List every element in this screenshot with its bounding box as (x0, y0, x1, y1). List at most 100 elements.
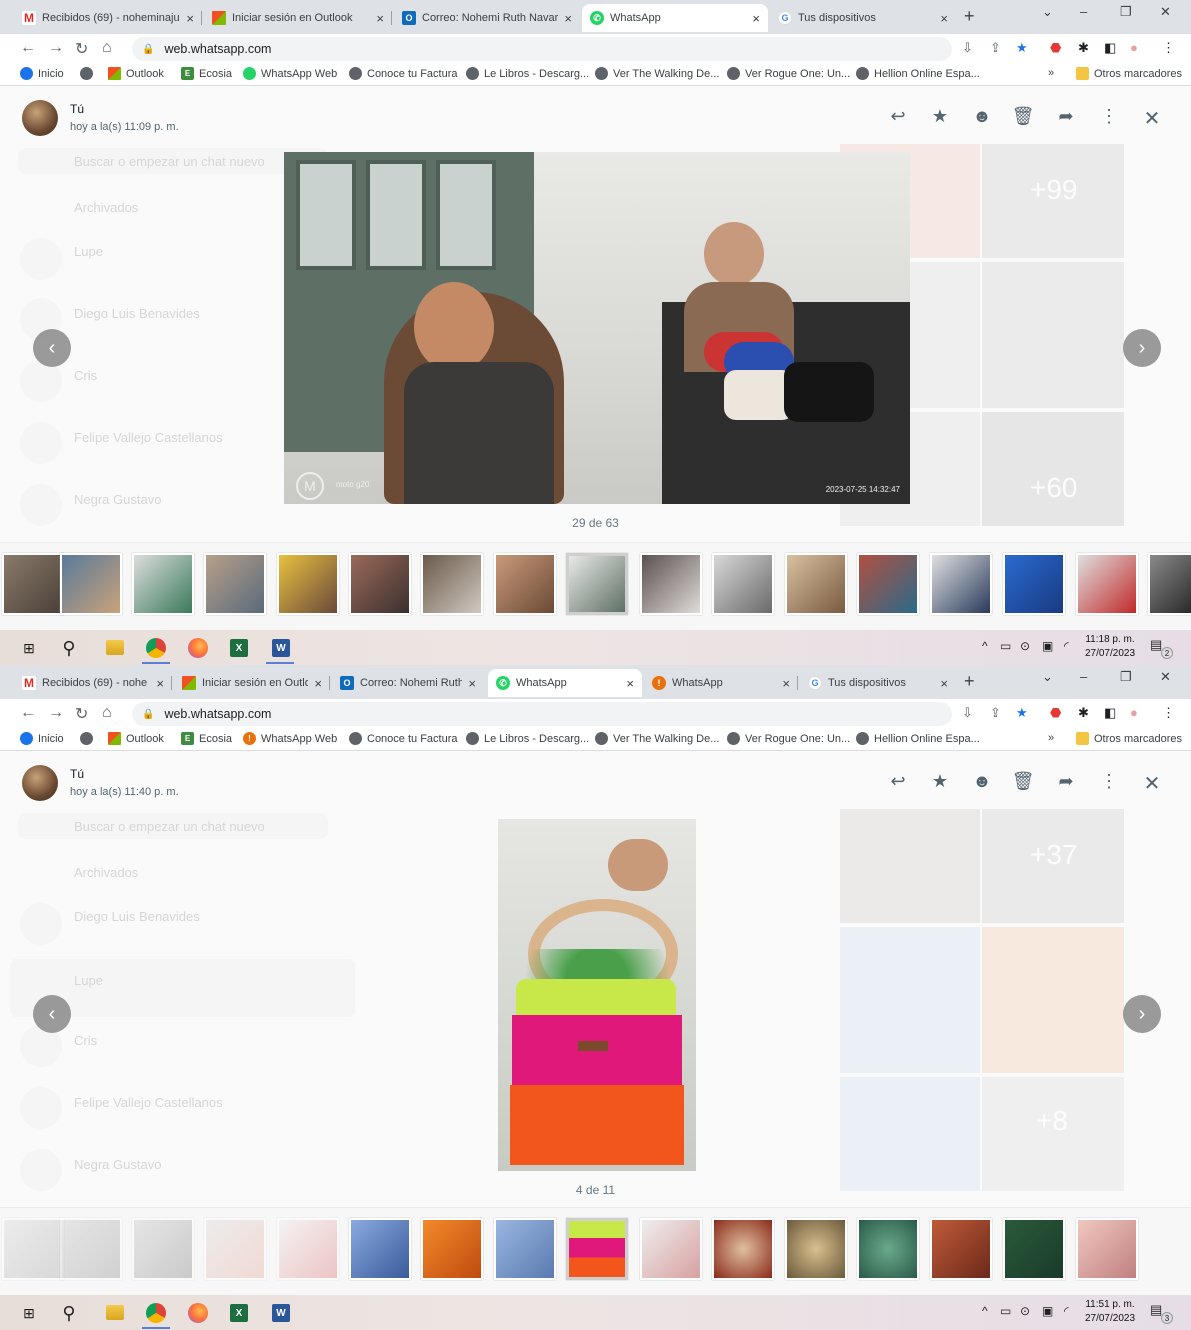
tab-outlook-mail[interactable]: O Correo: Nohemi Ruth × (332, 669, 484, 697)
wifi-icon[interactable]: ◜ (1064, 639, 1069, 653)
bookmark-inicio[interactable]: Inicio (20, 67, 64, 80)
battery-icon[interactable]: ▭ (1000, 1304, 1011, 1318)
close-icon[interactable]: × (940, 676, 948, 691)
restore-button[interactable]: ❐ (1120, 669, 1132, 685)
tray-chevron-icon[interactable]: ^ (982, 1304, 988, 1318)
file-explorer-icon[interactable] (106, 1305, 124, 1320)
tab-search-icon[interactable]: ⌄ (1042, 4, 1053, 20)
bookmark-whatsapp-web[interactable]: WhatsApp Web (243, 67, 337, 80)
close-icon[interactable]: × (314, 676, 322, 691)
close-icon[interactable]: × (626, 676, 634, 691)
minimize-button[interactable]: – (1080, 4, 1087, 19)
previous-button[interactable]: ‹ (33, 329, 71, 367)
close-icon[interactable]: × (186, 11, 194, 26)
next-button[interactable]: › (1123, 329, 1161, 367)
bookmarks-overflow[interactable]: » (1048, 732, 1054, 744)
side-panel-icon[interactable]: ◧ (1104, 705, 1116, 721)
tab-outlook-login[interactable]: Iniciar sesión en Outlo × (174, 669, 330, 697)
thumbnail[interactable] (132, 553, 194, 615)
trash-icon[interactable]: 🗑 (1011, 771, 1035, 792)
file-explorer-icon[interactable] (106, 640, 124, 655)
install-app-icon[interactable]: ⇩ (962, 705, 973, 721)
close-icon[interactable]: × (468, 676, 476, 691)
home-icon[interactable]: ⌂ (102, 39, 112, 57)
trash-icon[interactable]: 🗑 (1011, 106, 1035, 127)
thumbnail[interactable] (349, 553, 411, 615)
thumbnail[interactable] (712, 1218, 774, 1280)
tab-whatsapp[interactable]: ✆ WhatsApp × (582, 4, 768, 32)
thumbnail[interactable] (930, 1218, 992, 1280)
window-close-button[interactable]: ✕ (1160, 669, 1171, 685)
thumbnail[interactable] (204, 1218, 266, 1280)
bookmark-hellion[interactable]: Hellion Online Espa... (856, 732, 980, 745)
reload-icon[interactable]: ↻ (75, 704, 88, 724)
forward-arrow-icon[interactable]: → (48, 704, 64, 722)
thumbnail[interactable] (1076, 553, 1138, 615)
wifi-icon[interactable]: ◜ (1064, 1304, 1069, 1318)
thumbnail[interactable] (2, 553, 64, 615)
share-icon[interactable]: ⇪ (990, 40, 1001, 56)
thumbnail[interactable] (421, 1218, 483, 1280)
thumbnail[interactable] (1003, 553, 1065, 615)
thumbnail[interactable] (785, 553, 847, 615)
thumbnail[interactable] (60, 553, 122, 615)
tab-gmail[interactable]: M Recibidos (69) - noheminaju × (14, 4, 202, 32)
bookmark-walking-dead[interactable]: Ver The Walking De... (595, 67, 719, 80)
close-icon[interactable]: × (752, 11, 760, 26)
install-app-icon[interactable]: ⇩ (962, 40, 973, 56)
search-icon[interactable]: ⚲ (58, 1302, 80, 1324)
bookmark-other-folder[interactable]: Otros marcadores (1076, 732, 1182, 745)
thumbnail[interactable] (640, 1218, 702, 1280)
bookmark-factura[interactable]: Conoce tu Factura (349, 732, 458, 745)
star-icon[interactable]: ★ (928, 106, 952, 127)
network-icon[interactable]: ▣ (1042, 1304, 1053, 1318)
meet-icon[interactable]: ⊙ (1020, 639, 1030, 653)
address-bar[interactable]: 🔒 web.whatsapp.com (132, 37, 952, 61)
reply-icon[interactable]: ↩ (886, 106, 910, 127)
thumbnail[interactable] (349, 1218, 411, 1280)
profile-avatar-icon[interactable]: ● (1130, 705, 1138, 720)
extensions-puzzle-icon[interactable]: ✱ (1078, 705, 1089, 721)
tray-chevron-icon[interactable]: ^ (982, 639, 988, 653)
excel-icon[interactable]: X (230, 1304, 248, 1322)
share-icon[interactable]: ⇪ (990, 705, 1001, 721)
forward-arrow-icon[interactable]: → (48, 39, 64, 57)
tab-whatsapp[interactable]: ✆ WhatsApp × (488, 669, 642, 697)
address-bar[interactable]: 🔒 web.whatsapp.com (132, 702, 952, 726)
search-icon[interactable]: ⚲ (58, 637, 80, 659)
thumbnail[interactable] (421, 553, 483, 615)
network-icon[interactable]: ▣ (1042, 639, 1053, 653)
tab-outlook-login[interactable]: Iniciar sesión en Outlook × (204, 4, 392, 32)
battery-icon[interactable]: ▭ (1000, 639, 1011, 653)
firefox-icon[interactable] (188, 1303, 208, 1323)
bookmark-star-icon[interactable]: ★ (1016, 40, 1028, 56)
thumbnail[interactable] (1148, 553, 1191, 615)
menu-dots-icon[interactable]: ⋮ (1097, 106, 1121, 127)
previous-button[interactable]: ‹ (33, 995, 71, 1033)
next-button[interactable]: › (1123, 995, 1161, 1033)
thumbnail-selected[interactable] (566, 553, 628, 615)
bookmark-outlook[interactable]: Outlook (108, 732, 164, 745)
bookmark-rogue-one[interactable]: Ver Rogue One: Un... (727, 732, 850, 745)
bookmark-other-folder[interactable]: Otros marcadores (1076, 67, 1182, 80)
new-tab-button[interactable]: + (964, 671, 975, 692)
avatar[interactable] (22, 765, 58, 801)
system-clock[interactable]: 11:51 p. m. 27/07/2023 (1080, 1298, 1140, 1326)
home-icon[interactable]: ⌂ (102, 704, 112, 722)
bookmark-ecosia[interactable]: E Ecosia (181, 732, 232, 745)
bookmark-inicio[interactable]: Inicio (20, 732, 64, 745)
back-arrow-icon[interactable]: ← (20, 39, 36, 57)
thumbnail[interactable] (204, 553, 266, 615)
close-icon[interactable]: × (782, 676, 790, 691)
firefox-icon[interactable] (188, 638, 208, 658)
bookmark-factura[interactable]: Conoce tu Factura (349, 67, 458, 80)
thumbnail[interactable] (712, 553, 774, 615)
close-icon[interactable]: ✕ (1140, 771, 1164, 796)
reply-icon[interactable]: ↩ (886, 771, 910, 792)
thumbnail[interactable] (1076, 1218, 1138, 1280)
bookmark-le-libros[interactable]: Le Libros - Descarg... (466, 732, 589, 745)
menu-dots-icon[interactable]: ⋮ (1162, 705, 1175, 721)
notification-center-icon[interactable]: ▤ 3 (1150, 1302, 1173, 1324)
tab-gmail[interactable]: M Recibidos (69) - nohe × (14, 669, 172, 697)
close-icon[interactable]: × (564, 11, 572, 26)
